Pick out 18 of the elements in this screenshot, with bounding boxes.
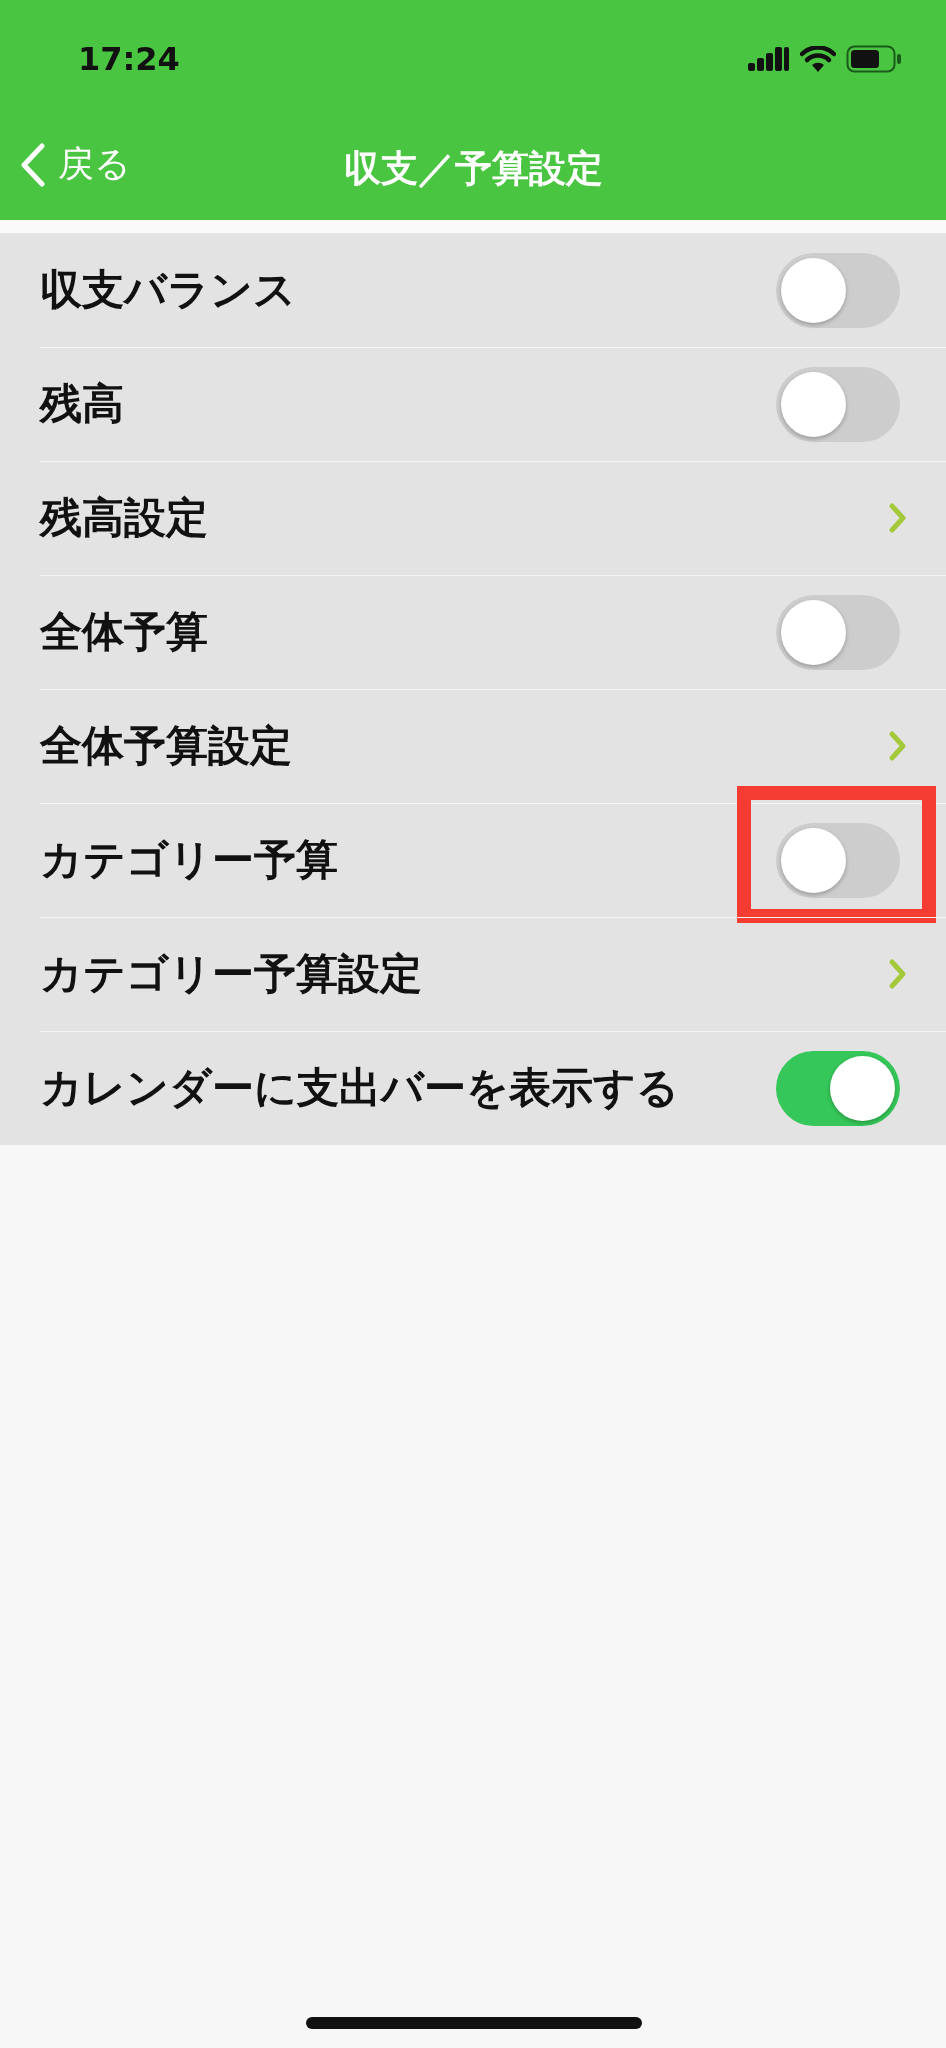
battery-icon [846,45,902,73]
wifi-icon [800,45,836,73]
setting-label: 収支バランス [40,264,296,316]
setting-label: カテゴリー予算 [40,834,338,886]
setting-label: 残高設定 [40,492,208,544]
chevron-right-icon[interactable] [888,958,908,990]
chevron-right-icon[interactable] [888,730,908,762]
back-chevron-icon [20,142,46,187]
signal-icon [748,46,790,72]
back-button[interactable]: 戻る [20,140,131,189]
status-time: 17:24 [78,40,180,78]
setting-label: 全体予算 [40,606,208,658]
chevron-right-icon[interactable] [888,502,908,534]
setting-label: カレンダーに支出バーを表示する [40,1062,679,1114]
setting-label: カテゴリー予算設定 [40,948,422,1000]
setting-label: 全体予算設定 [40,720,292,772]
screen-title: 収支／予算設定 [343,146,603,192]
setting-label: 残高 [40,378,124,430]
